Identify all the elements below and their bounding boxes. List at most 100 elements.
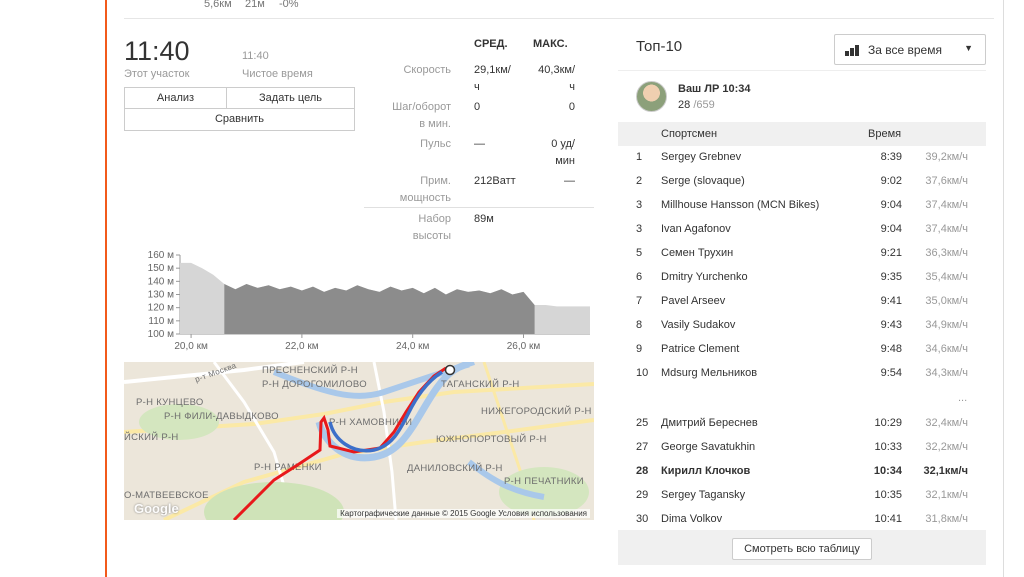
leaderboard-row[interactable]: 2 Serge (slovaque) 9:02 37,6км/ч <box>618 170 986 194</box>
stat-max-line: мин <box>555 155 575 167</box>
row-rank: 3 <box>636 223 643 235</box>
personal-record-label: Ваш ЛР 10:34 <box>678 83 751 95</box>
row-time: 9:21 <box>880 247 902 259</box>
leaderboard-row[interactable]: 3 Millhouse Hansson (MCN Bikes) 9:04 37,4км… <box>618 194 986 218</box>
column-athlete[interactable]: Спортсмен <box>661 128 717 140</box>
stat-max-line: 0 уд/ <box>551 138 575 150</box>
stat-avg-line: ч <box>474 81 480 93</box>
row-name[interactable]: Семен Трухин <box>661 247 733 259</box>
map-attribution[interactable]: Картографические данные © 2015 Google Ус… <box>337 509 590 518</box>
row-time: 9:54 <box>880 367 902 379</box>
elevation-chart[interactable]: 100 м 110 м 120 м 130 м 140 м 150 м 160 м 20,0 … <box>124 248 594 356</box>
row-name[interactable]: Sergey Tagansky <box>661 489 745 501</box>
route-map[interactable]: ПРЕСНЕНСКИЙ Р-Н Р-Н ДОРОГОМИЛОВО Р-Н КУН… <box>124 362 594 520</box>
stat-avg-line: 29,1км/ <box>474 64 511 76</box>
top-divider <box>124 18 994 19</box>
row-speed: 39,2км/ч <box>925 151 968 163</box>
stat-avg: 29,1км/ч <box>474 62 526 96</box>
row-time: 9:43 <box>880 319 902 331</box>
rank-value: 28 <box>678 99 691 111</box>
map-google-logo: Google <box>134 501 179 516</box>
row-rank: 30 <box>636 513 649 525</box>
stat-label-line: мощность <box>399 192 451 204</box>
route-finish-marker <box>444 364 456 376</box>
leaderboard-row[interactable]: 3 Ivan Agafonov 9:04 37,4км/ч <box>618 218 986 242</box>
leaderboard-row[interactable]: 1 Sergey Grebnev 8:39 39,2км/ч <box>618 146 986 170</box>
stat-avg: — <box>474 136 526 153</box>
stat-label: Пульс <box>366 136 451 153</box>
row-name[interactable]: George Savatukhin <box>661 441 755 453</box>
stat-avg-line: 89м <box>474 213 494 225</box>
leaderboard-row[interactable]: 27 George Savatukhin 10:33 32,2км/ч <box>618 436 986 460</box>
leaderboard-row[interactable]: 6 Dmitry Yurchenko 9:35 35,4км/ч <box>618 266 986 290</box>
set-goal-button[interactable]: Задать цель <box>227 88 354 109</box>
leaderboard-gap: ... <box>958 392 968 404</box>
row-name[interactable]: Ivan Agafonov <box>661 223 731 235</box>
stat-max: — <box>528 173 575 190</box>
row-time: 10:41 <box>874 513 902 525</box>
leaderboard-row-me[interactable]: 28 Кирилл Клочков 10:34 32,1км/ч <box>618 460 986 484</box>
stat-label-line: Скорость <box>403 64 451 76</box>
leaderboard-row[interactable]: 30 Dima Volkov 10:41 31,8км/ч <box>618 508 986 532</box>
leaderboard-row[interactable]: 8 Vasily Sudakov 9:43 34,9км/ч <box>618 314 986 338</box>
row-rank: 10 <box>636 367 649 379</box>
stat-max: 0 <box>528 99 575 116</box>
time-filter-label: За все время <box>868 43 942 57</box>
caret-down-icon: ▼ <box>964 43 973 53</box>
y-tick-label: 100 м <box>148 329 174 340</box>
x-tick-label: 26,0 км <box>507 341 541 352</box>
right-border <box>1003 0 1004 577</box>
avatar[interactable] <box>636 81 667 112</box>
row-name[interactable]: Serge (slovaque) <box>661 175 745 187</box>
row-name[interactable]: Dmitry Yurchenko <box>661 271 748 283</box>
row-name[interactable]: Mdsurg Мельников <box>661 367 757 379</box>
stat-max: 40,3км/ч <box>528 62 575 96</box>
column-time[interactable]: Время <box>868 128 901 140</box>
personal-record: Ваш ЛР 10:34 28 /659 <box>618 70 986 122</box>
row-name[interactable]: Pavel Arseev <box>661 295 725 307</box>
action-buttons: Анализ Задать цель Сравнить <box>124 87 355 131</box>
row-speed: 37,4км/ч <box>925 199 968 211</box>
row-name[interactable]: Vasily Sudakov <box>661 319 735 331</box>
leaderboard-row[interactable]: 25 Дмитрий Береснев 10:29 32,4км/ч <box>618 412 986 436</box>
row-speed: 34,9км/ч <box>925 319 968 331</box>
stat-avg: 212Ватт <box>474 173 526 190</box>
y-tick-label: 160 м <box>148 250 174 261</box>
stat-max-line: 0 <box>568 101 575 113</box>
bar-chart-icon <box>845 45 859 56</box>
row-rank: 6 <box>636 271 643 283</box>
row-time: 8:39 <box>880 151 902 163</box>
row-rank: 25 <box>636 417 649 429</box>
row-rank: 9 <box>636 343 643 355</box>
row-name[interactable]: Кирилл Клочков <box>661 465 750 477</box>
row-name[interactable]: Dima Volkov <box>661 513 722 525</box>
leaderboard-row[interactable]: 7 Pavel Arseev 9:41 35,0км/ч <box>618 290 986 314</box>
leaderboard-row[interactable]: 5 Семен Трухин 9:21 36,3км/ч <box>618 242 986 266</box>
stat-label: Скорость <box>366 62 451 79</box>
leaderboard-row[interactable]: 29 Sergey Tagansky 10:35 32,1км/ч <box>618 484 986 508</box>
compare-button[interactable]: Сравнить <box>125 109 354 130</box>
time-filter-dropdown[interactable]: За все время ▼ <box>834 34 986 65</box>
left-accent-rule <box>105 0 107 577</box>
row-name[interactable]: Millhouse Hansson (MCN Bikes) <box>661 199 819 211</box>
row-name[interactable]: Sergey Grebnev <box>661 151 741 163</box>
row-speed: 32,1км/ч <box>923 465 969 477</box>
stat-label: Прим. мощность <box>366 173 451 207</box>
segment-time: 11:40 <box>124 36 190 66</box>
row-time: 9:41 <box>880 295 902 307</box>
analysis-button[interactable]: Анализ <box>125 88 227 109</box>
row-speed: 32,4км/ч <box>925 417 968 429</box>
segment-page: 5,6км 21м -0% 11:40 Этот участок 11:40 Ч… <box>0 0 1024 577</box>
leaderboard-row[interactable]: 10 Mdsurg Мельников 9:54 34,3км/ч <box>618 362 986 386</box>
y-tick-label: 140 м <box>148 276 174 287</box>
stat-avg: 89м <box>474 211 526 228</box>
row-name[interactable]: Patrice Clement <box>661 343 739 355</box>
see-all-button[interactable]: Смотреть всю таблицу <box>732 538 872 560</box>
row-name[interactable]: Дмитрий Береснев <box>661 417 758 429</box>
stat-label-line: в мин. <box>419 118 451 130</box>
row-time: 10:33 <box>874 441 902 453</box>
leaderboard-row[interactable]: 9 Patrice Clement 9:48 34,6км/ч <box>618 338 986 362</box>
row-time: 9:02 <box>880 175 902 187</box>
leaderboard: Ваш ЛР 10:34 28 /659 Спортсмен Время 1 Se… <box>618 70 986 565</box>
row-rank: 2 <box>636 175 643 187</box>
